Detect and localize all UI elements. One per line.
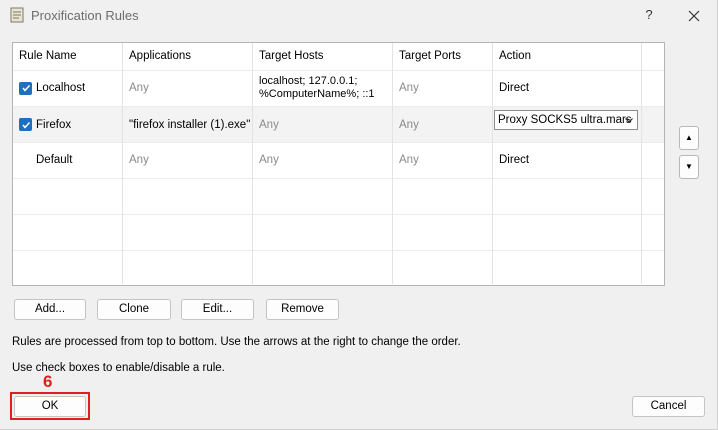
order-info-text: Rules are processed from top to bottom. … xyxy=(12,336,461,348)
rule-name: Default xyxy=(13,142,123,178)
checkmark-icon xyxy=(21,84,30,92)
column-header-action[interactable]: Action xyxy=(493,43,642,70)
rule-applications: Any xyxy=(123,70,253,106)
clone-rule-button[interactable]: Clone xyxy=(97,299,171,320)
rule-target-hosts: Any xyxy=(253,142,393,178)
rule-action: Direct xyxy=(493,70,642,106)
column-header-target-ports[interactable]: Target Ports xyxy=(393,43,493,70)
help-button[interactable]: ? xyxy=(640,7,658,25)
rule-name: Localhost xyxy=(36,82,86,94)
table-row[interactable]: Localhost Any localhost; 127.0.0.1; %Com… xyxy=(13,70,664,106)
rule-enabled-checkbox[interactable] xyxy=(19,118,32,131)
rule-target-hosts: Any xyxy=(253,107,393,142)
rule-target-ports: Any xyxy=(393,107,493,142)
rule-target-hosts-continued: %ComputerName%; ::1 xyxy=(259,88,375,100)
step-number-annotation: 6 xyxy=(43,372,53,391)
rule-action: Direct xyxy=(493,142,642,178)
move-up-button[interactable]: ▲ xyxy=(679,126,699,150)
title-bar: Proxification Rules ? xyxy=(0,0,718,32)
add-rule-button[interactable]: Add... xyxy=(14,299,86,320)
chevron-down-icon xyxy=(625,118,633,123)
table-row[interactable]: Default Any Any Any Direct xyxy=(13,142,664,178)
remove-rule-button[interactable]: Remove xyxy=(266,299,339,320)
window-title: Proxification Rules xyxy=(31,8,139,23)
table-row xyxy=(13,250,664,284)
rule-applications: "firefox installer (1).exe" xyxy=(123,107,253,142)
table-row xyxy=(13,214,664,250)
table-row xyxy=(13,178,664,214)
rules-table: Rule Name Applications Target Hosts Targ… xyxy=(12,42,665,286)
rule-target-ports: Any xyxy=(393,70,493,106)
rule-name: Firefox xyxy=(36,118,72,131)
rule-target-hosts: localhost; 127.0.0.1; xyxy=(259,75,358,87)
edit-rule-button[interactable]: Edit... xyxy=(181,299,254,320)
close-icon xyxy=(688,10,700,22)
checkmark-icon xyxy=(21,121,30,129)
move-down-button[interactable]: ▼ xyxy=(679,155,699,179)
action-dropdown-value: Proxy SOCKS5 ultra.mars xyxy=(498,114,632,126)
column-header-rule-name[interactable]: Rule Name xyxy=(13,43,123,70)
cancel-button[interactable]: Cancel xyxy=(632,396,705,417)
column-header-target-hosts[interactable]: Target Hosts xyxy=(253,43,393,70)
close-button[interactable] xyxy=(684,6,704,26)
rule-target-ports: Any xyxy=(393,142,493,178)
proxification-rules-dialog: Proxification Rules ? Rule Name Applicat… xyxy=(0,0,718,430)
column-header-applications[interactable]: Applications xyxy=(123,43,253,70)
action-dropdown[interactable]: Proxy SOCKS5 ultra.mars xyxy=(494,110,638,130)
rule-applications: Any xyxy=(123,142,253,178)
highlight-box xyxy=(10,392,90,420)
rule-enabled-checkbox[interactable] xyxy=(19,81,32,95)
app-icon xyxy=(10,7,24,23)
